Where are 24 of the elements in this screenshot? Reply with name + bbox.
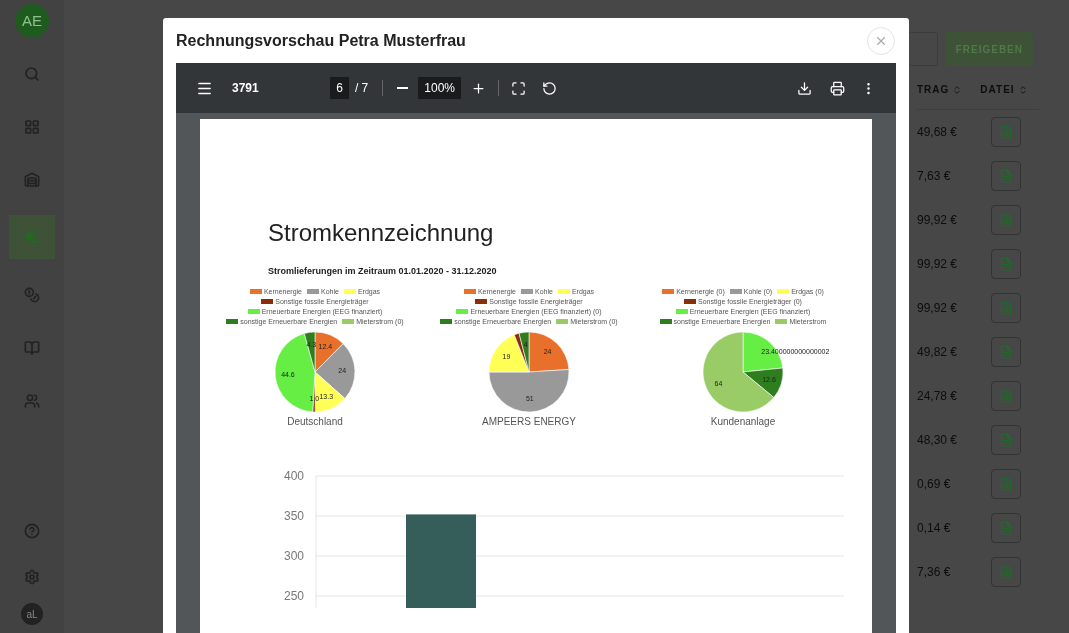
- table-cell-text: 99,92 €: [917, 212, 959, 229]
- page-total: / 7: [354, 80, 369, 97]
- logo: AE: [15, 4, 49, 38]
- axis-tick-label: 400: [283, 468, 304, 483]
- file-name: 3791: [232, 80, 259, 97]
- table-cell-text: 49,68 €: [917, 124, 959, 141]
- table-cell-text: 7,36 €: [917, 564, 952, 581]
- table-cell-text: 48,30 €: [917, 432, 959, 449]
- axis-tick-label: 300: [283, 548, 304, 563]
- chart-title: Kundenanlage: [710, 415, 776, 428]
- table-cell-text: 49,82 €: [917, 344, 959, 361]
- axis-tick-label: 350: [283, 508, 304, 523]
- document-subheading: Stromlieferungen im Zeitraum 01.01.2020 - 31.12.2020: [268, 265, 498, 278]
- table-cell-text: 7,63 €: [917, 168, 952, 185]
- chart-title: AMPEERS ENERGY: [482, 415, 576, 428]
- table-cell-text: 0,14 €: [917, 520, 952, 537]
- table-cell-text: 99,92 €: [917, 300, 959, 317]
- chart-title: Deutschland: [287, 415, 343, 428]
- modal-title: Rechnungsvorschau Petra Musterfrau: [176, 30, 466, 51]
- axis-tick-label: 250: [283, 588, 304, 603]
- table-cell-text: 0,69 €: [917, 476, 952, 493]
- table-cell-text: 99,92 €: [917, 256, 959, 273]
- table-cell-text: 24,78 €: [917, 388, 959, 405]
- document-heading: Stromkennzeichnung: [268, 219, 495, 247]
